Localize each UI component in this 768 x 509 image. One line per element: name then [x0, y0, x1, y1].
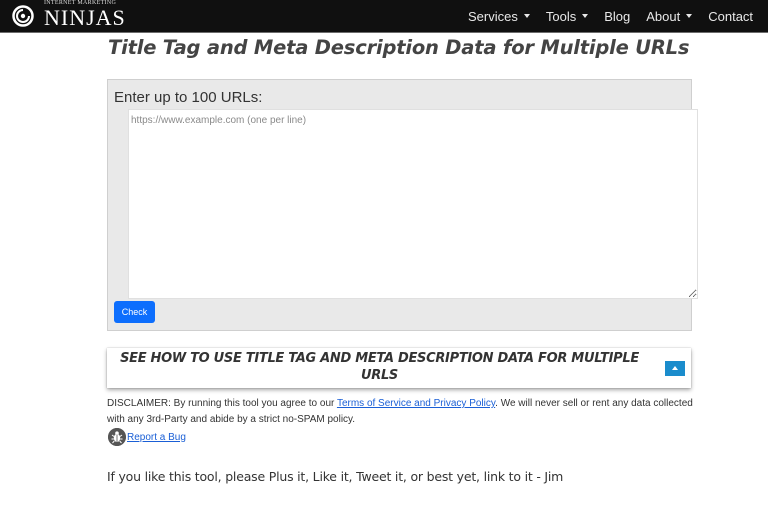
nav-label: Services: [468, 8, 518, 24]
chevron-down-icon: [523, 14, 530, 18]
collapse-toggle-button[interactable]: [665, 361, 685, 376]
urls-textarea[interactable]: [128, 109, 698, 299]
how-to-use-heading: SEE HOW TO USE TITLE TAG AND META DESCRI…: [120, 351, 639, 383]
url-form-panel: Enter up to 100 URLs: Check: [107, 79, 698, 331]
nav-item-services[interactable]: Services: [468, 9, 530, 24]
like-tool-message: If you like this tool, please Plus it, L…: [107, 469, 564, 484]
nav-label: About: [646, 8, 681, 24]
swirl-logo-icon: [12, 5, 34, 27]
disclaimer: DISCLAIMER: By running this tool you agr…: [107, 396, 707, 428]
nav-label: Contact: [708, 8, 754, 24]
nav-item-blog[interactable]: Blog: [604, 9, 630, 24]
nav-label: Tools: [545, 8, 577, 24]
page-title: Title Tag and Meta Description Data for …: [108, 36, 690, 59]
report-bug-link[interactable]: Report a Bug: [127, 432, 186, 443]
logo-wordmark: NINJAS: [44, 5, 126, 30]
bug-icon: [108, 428, 126, 446]
disclaimer-prefix: DISCLAIMER: By running this tool you agr…: [107, 398, 337, 409]
check-button[interactable]: Check: [114, 301, 155, 323]
chevron-down-icon: [582, 14, 589, 18]
caret-up-icon: [672, 366, 678, 370]
nav-item-tools[interactable]: Tools: [545, 8, 589, 24]
how-to-use-panel[interactable]: SEE HOW TO USE TITLE TAG AND META DESCRI…: [107, 348, 691, 388]
url-input-label: Enter up to 100 URLs:: [114, 89, 263, 106]
top-navbar: INTERNET MARKETING NINJAS Services Tools…: [0, 0, 768, 33]
nav-item-contact[interactable]: Contact: [708, 9, 753, 24]
chevron-down-icon: [686, 14, 693, 18]
main-nav: Services Tools Blog About Contact: [468, 0, 768, 32]
report-bug-row: Report a Bug: [108, 428, 186, 446]
terms-privacy-link[interactable]: Terms of Service and Privacy Policy: [337, 398, 495, 409]
nav-item-about[interactable]: About: [646, 8, 693, 24]
nav-label: Blog: [604, 8, 631, 24]
